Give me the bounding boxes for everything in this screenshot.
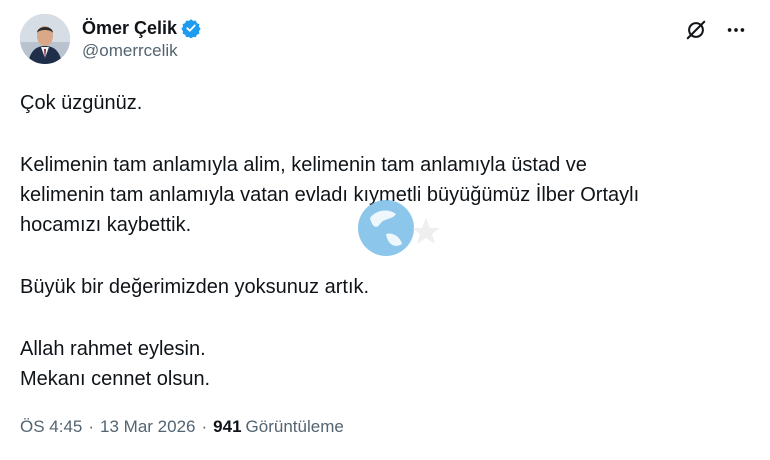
- more-options-icon[interactable]: [724, 18, 748, 42]
- tweet-paragraph: Allah rahmet eylesin. Mekanı cennet olsu…: [20, 338, 211, 390]
- views-label: Görüntüleme: [245, 417, 344, 436]
- avatar[interactable]: [20, 14, 70, 64]
- tweet-actions-top: [684, 18, 748, 42]
- author-handle[interactable]: @omerrcelik: [82, 40, 201, 62]
- author-name-row: Ömer Çelik: [82, 17, 201, 39]
- tweet-paragraph: Büyük bir değerimizden yoksunuz artık.: [20, 276, 370, 298]
- views-count: 941: [213, 417, 242, 436]
- tweet-text: Çok üzgünüz. Kelimenin tam anlamıyla ali…: [20, 88, 740, 426]
- tweet-paragraph: Çok üzgünüz.: [20, 92, 143, 114]
- tweet-card: Ömer Çelik @omerrcelik Çok üzgünüz. Keli…: [0, 0, 770, 460]
- meta-separator: ·: [88, 417, 95, 436]
- tweet-time[interactable]: ÖS 4:45: [20, 417, 82, 437]
- tweet-paragraph: Kelimenin tam anlamıyla alim, kelimenin …: [20, 154, 640, 236]
- profile-photo-icon: [20, 14, 70, 64]
- author-names: Ömer Çelik @omerrcelik: [82, 17, 201, 62]
- tweet-meta: ÖS 4:45 · 13 Mar 2026 · 941 Görüntüleme: [20, 417, 344, 437]
- verified-badge-icon[interactable]: [181, 18, 201, 39]
- tweet-header: Ömer Çelik @omerrcelik: [20, 14, 201, 64]
- author-name[interactable]: Ömer Çelik: [82, 17, 177, 39]
- grok-icon[interactable]: [684, 18, 708, 42]
- tweet-date[interactable]: 13 Mar 2026: [100, 417, 195, 437]
- meta-separator: ·: [201, 417, 208, 436]
